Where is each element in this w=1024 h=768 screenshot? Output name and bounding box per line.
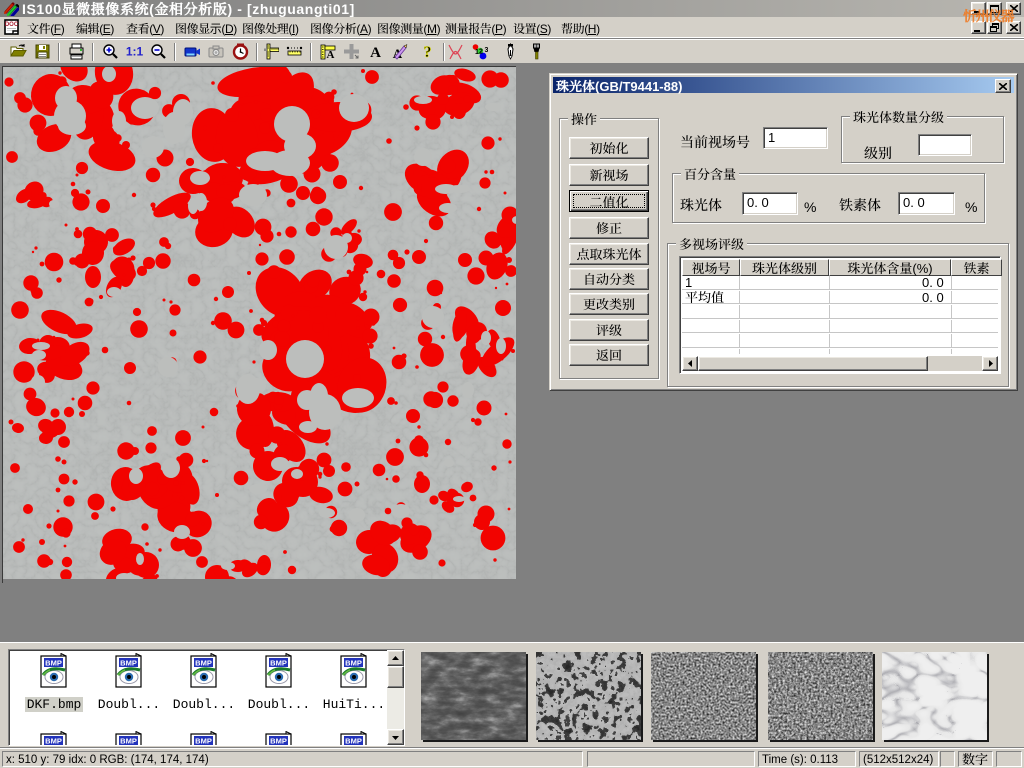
svg-text:BMP: BMP [120, 737, 137, 746]
svg-text:BMP: BMP [195, 737, 212, 746]
svg-text:A: A [370, 45, 381, 60]
svg-text:BMP: BMP [270, 737, 287, 746]
svg-text:DOC: DOC [5, 22, 19, 28]
svg-text:BMP: BMP [345, 737, 362, 746]
svg-text:A: A [326, 49, 334, 60]
svg-text:3: 3 [484, 45, 488, 55]
svg-text:BMP: BMP [45, 737, 62, 746]
svg-text:BMP: BMP [45, 659, 62, 668]
svg-text:BMP: BMP [195, 659, 212, 668]
svg-text:BMP: BMP [345, 659, 362, 668]
svg-text:2: 2 [479, 47, 483, 57]
svg-text:1:1: 1:1 [126, 45, 143, 59]
svg-text:BMP: BMP [270, 659, 287, 668]
svg-text:BMP: BMP [120, 659, 137, 668]
svg-text:?: ? [423, 44, 431, 60]
